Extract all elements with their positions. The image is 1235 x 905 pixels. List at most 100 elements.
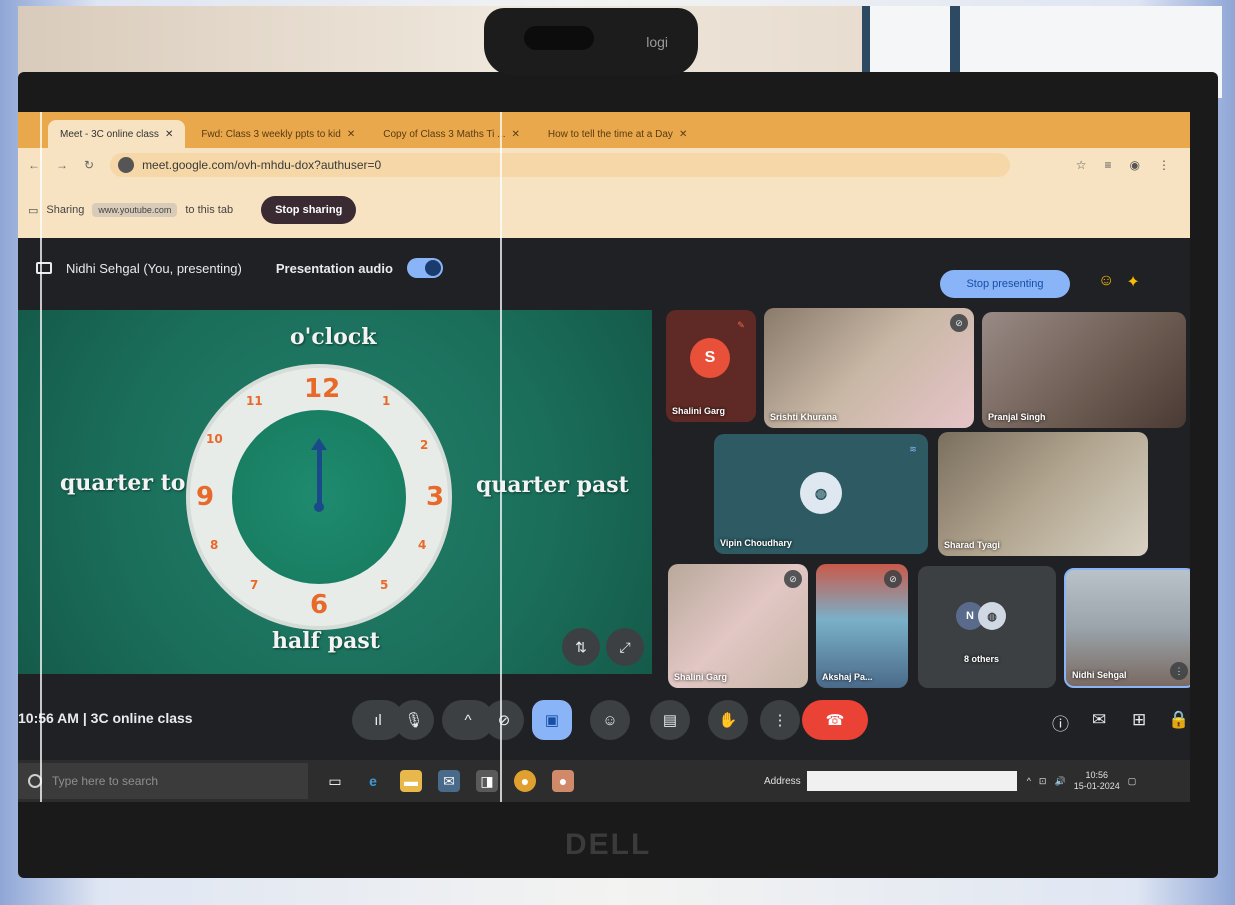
present-screen-icon[interactable]: ▤ [650,700,690,740]
edge-icon[interactable]: e [362,770,384,792]
clock-number-2: 2 [420,438,429,452]
close-icon[interactable]: ✕ [511,129,519,140]
speaking-icon: ≋ [909,443,917,454]
clock-hand [317,446,322,506]
sharing-suffix: to this tab [185,204,234,216]
participant-tile-srishti[interactable]: ⊘ Srishti Khurana [764,308,974,428]
mail-icon[interactable]: ✉ [438,770,460,792]
address-bar: ← → ↻ meet.google.com/ovh-mhdu-dox?authu… [18,148,1190,182]
webcam: logi [484,8,698,76]
meeting-time: 10:56 AM [18,710,79,726]
back-icon[interactable]: ← [28,158,40,172]
meeting-name: 3C online class [90,710,193,726]
url-input[interactable]: meet.google.com/ovh-mhdu-dox?authuser=0 [110,153,1011,177]
clock-number-12: 12 [304,374,341,404]
clock-number-5: 5 [380,578,389,592]
avatar: ◍ [978,602,1006,630]
reaction-icon[interactable]: ☺ [1098,272,1114,292]
chat-icon[interactable]: ✉ [1092,710,1106,730]
menu-icon[interactable]: ⋮ [1158,158,1170,172]
fullscreen-icon[interactable]: ⤢ [606,628,644,666]
tab-fwd-class[interactable]: Fwd: Class 3 weekly ppts to kid ✕ [189,120,367,148]
task-view-icon[interactable]: ▭ [324,770,346,792]
close-icon[interactable]: ✕ [347,129,355,140]
participant-tile-shalini[interactable]: S ✎ Shalini Garg [666,310,756,422]
raise-hand-icon[interactable]: ✋ [708,700,748,740]
end-call-button[interactable]: ☎ [802,700,868,740]
participant-name: Sharad Tyagi [944,540,1000,550]
effects-icon[interactable]: ✦ [1126,272,1139,292]
address-input[interactable] [806,771,1017,791]
activities-icon[interactable]: ⊞ [1132,710,1146,730]
presentation-audio-label: Presentation audio [275,260,393,276]
participant-tile-pranjal[interactable]: Pranjal Singh [982,312,1186,428]
store-icon[interactable]: ◨ [476,770,498,792]
system-tray: ^ ⊡ 🔊 10:56 15-01-2024 ▢ [1027,770,1137,792]
windows-taskbar: Type here to search ▭ e ▬ ✉ ◨ ● ● Addres… [18,760,1190,802]
participant-tile-vipin[interactable]: ◍ ≋ Vipin Choudhary [714,434,928,554]
participant-name: Shalini Garg [674,672,728,682]
tab-tell-time[interactable]: How to tell the time at a Day ✕ [536,120,699,148]
captions-icon[interactable]: ▣ [532,700,572,740]
tab-meet[interactable]: Meet - 3C online class ✕ [48,120,186,148]
tab-copy-maths[interactable]: Copy of Class 3 Maths Ti ... ✕ [371,120,532,148]
meeting-info: 10:56 AM | 3C online class [18,710,193,726]
slide-label-quarter-to: quarter to [60,470,186,496]
network-icon[interactable]: ⊡ [1039,776,1047,787]
participant-tile-others[interactable]: N ◍ 8 others [918,566,1056,688]
shared-site-chip: www.youtube.com [92,203,178,217]
site-info-icon[interactable] [118,157,135,173]
volume-icon[interactable]: 🔊 [1054,776,1065,787]
mic-off-icon: ✎ [737,319,745,330]
file-explorer-icon[interactable]: ▬ [400,770,422,792]
participant-name: Akshaj Pa... [822,672,873,682]
reload-icon[interactable]: ↻ [84,158,94,172]
search-placeholder: Type here to search [52,774,159,788]
chrome-active-icon[interactable]: ● [552,770,574,792]
participant-name: Nidhi Sehgal [1072,670,1127,680]
more-options-icon[interactable]: ⋮ [1170,662,1188,680]
participant-tile-sharad[interactable]: Sharad Tyagi [938,432,1148,556]
screen: Meet - 3C online class ✕ Fwd: Class 3 we… [18,112,1190,802]
clock-hub [314,502,324,512]
monitor-logo: DELL [565,828,652,861]
divider: | [82,710,91,726]
participant-tile-shalini-video[interactable]: ⊘ Shalini Garg [668,564,808,688]
chrome-icon[interactable]: ● [514,770,536,792]
camera-off-icon[interactable]: ⊘ [484,700,524,740]
extensions-icon[interactable]: ≡ [1105,158,1112,172]
bookmark-star-icon[interactable]: ☆ [1076,158,1087,172]
screen-glare [40,112,42,802]
close-icon[interactable]: ✕ [679,129,687,140]
participant-tile-akshaj[interactable]: ⊘ Akshaj Pa... [816,564,908,688]
emoji-icon[interactable]: ☺ [590,700,630,740]
forward-icon[interactable]: → [56,158,68,172]
pin-icon[interactable]: ⇅ [562,628,600,666]
avatar: S [690,338,730,378]
taskbar-search[interactable]: Type here to search [18,763,308,799]
microphone-icon[interactable]: 🎙 [394,700,434,740]
clock-face: 12 1 2 3 4 5 6 7 8 9 10 11 [190,368,448,626]
participant-name: Srishti Khurana [770,412,838,422]
info-icon[interactable]: ⓘ [1052,710,1069,735]
clock-number-10: 10 [206,432,223,446]
participant-tile-self[interactable]: ⋮ Nidhi Sehgal [1064,568,1190,688]
call-controls: 10:56 AM | 3C online class ıl 🎙 ^ ⊘ ▣ ☺ … [18,692,1190,748]
clock-number-9: 9 [196,482,215,512]
presentation-audio-toggle[interactable] [406,258,443,278]
notification-icon[interactable]: ▢ [1128,776,1137,787]
tab-label: How to tell the time at a Day [547,128,673,140]
participant-name: Vipin Choudhary [720,538,792,548]
header-icons: ☺ ✦ [1098,272,1140,292]
close-icon[interactable]: ✕ [165,129,173,140]
more-options-icon[interactable]: ⋮ [760,700,800,740]
taskbar-clock[interactable]: 10:56 15-01-2024 [1074,770,1120,792]
webcam-brand: logi [646,34,668,50]
stop-sharing-button[interactable]: Stop sharing [261,196,357,224]
host-controls-icon[interactable]: 🔒 [1168,710,1189,730]
stop-presenting-button[interactable]: Stop presenting [940,270,1070,298]
chevron-up-icon[interactable]: ^ [1027,776,1031,786]
tab-label: Fwd: Class 3 weekly ppts to kid [201,128,341,140]
clock-number-1: 1 [382,394,391,408]
profile-icon[interactable]: ◉ [1130,158,1140,172]
